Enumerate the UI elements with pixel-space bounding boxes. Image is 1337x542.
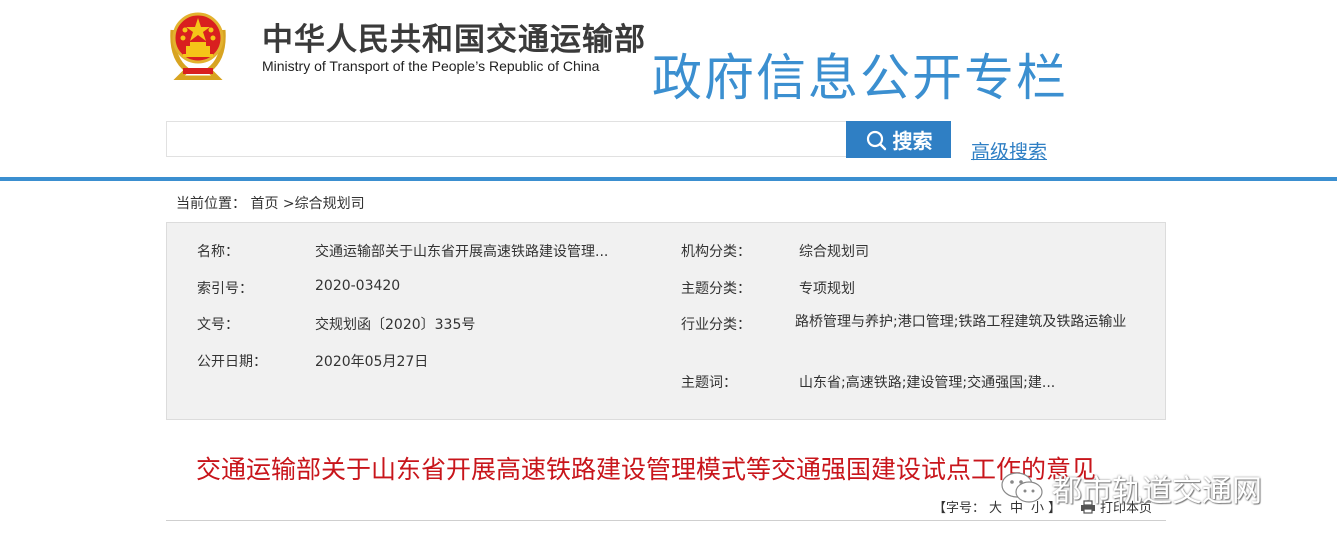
advanced-search-link[interactable]: 高级搜索: [971, 137, 1047, 164]
meta-industry-label: 行业分类：: [681, 317, 751, 333]
meta-name-label: 名称：: [197, 244, 239, 260]
meta-topic-label: 主题分类：: [681, 281, 751, 297]
wechat-icon: [1001, 472, 1043, 503]
org-name-cn: 中华人民共和国交通运输部: [262, 22, 646, 58]
breadcrumb-home-link[interactable]: 首页: [250, 196, 278, 212]
document-meta-panel: 名称： 交通运输部关于山东省开展高速铁路建设管理... 索引号： 2020-03…: [166, 222, 1166, 420]
header-divider: [0, 177, 1337, 181]
search-button[interactable]: 搜索: [846, 121, 951, 158]
meta-keywords-value: 山东省;高速铁路;建设管理;交通强国;建...: [799, 375, 1056, 391]
meta-industry-value: 路桥管理与养护;港口管理;铁路工程建筑及铁路运输业: [795, 314, 1127, 330]
meta-docno-value: 交规划函〔2020〕335号: [315, 317, 476, 333]
search-button-label: 搜索: [892, 129, 933, 153]
breadcrumb-current-link[interactable]: 综合规划司: [295, 196, 365, 212]
meta-date-value: 2020年05月27日: [315, 354, 429, 370]
content-divider: [166, 520, 1166, 521]
national-emblem-icon: [165, 8, 231, 81]
meta-agency-value: 综合规划司: [799, 244, 869, 260]
breadcrumb-separator: >: [282, 196, 295, 212]
search-input[interactable]: [166, 121, 846, 157]
document-title: 交通运输部关于山东省开展高速铁路建设管理模式等交通强国建设试点工作的意见: [196, 455, 1097, 484]
meta-date-label: 公开日期：: [197, 354, 267, 370]
meta-index-value: 2020-03420: [315, 278, 401, 294]
watermark-text: 都市轨道交通网: [1052, 474, 1262, 509]
meta-name-value: 交通运输部关于山东省开展高速铁路建设管理...: [315, 244, 609, 260]
org-name-en: Ministry of Transport of the People’s Re…: [262, 58, 600, 74]
meta-topic-value: 专项规划: [799, 281, 855, 297]
meta-keywords-label: 主题词：: [681, 375, 737, 391]
column-title: 政府信息公开专栏: [652, 49, 1068, 107]
font-size-open: 【字号：: [933, 501, 986, 516]
meta-index-label: 索引号：: [197, 281, 253, 297]
breadcrumb-prefix: 当前位置：: [176, 196, 246, 212]
watermark: 都市轨道交通网: [1000, 466, 1262, 510]
breadcrumb: 当前位置： 首页 >综合规划司: [176, 193, 365, 213]
meta-docno-label: 文号：: [197, 317, 239, 333]
search-icon: [866, 130, 886, 150]
meta-agency-label: 机构分类：: [681, 244, 751, 260]
